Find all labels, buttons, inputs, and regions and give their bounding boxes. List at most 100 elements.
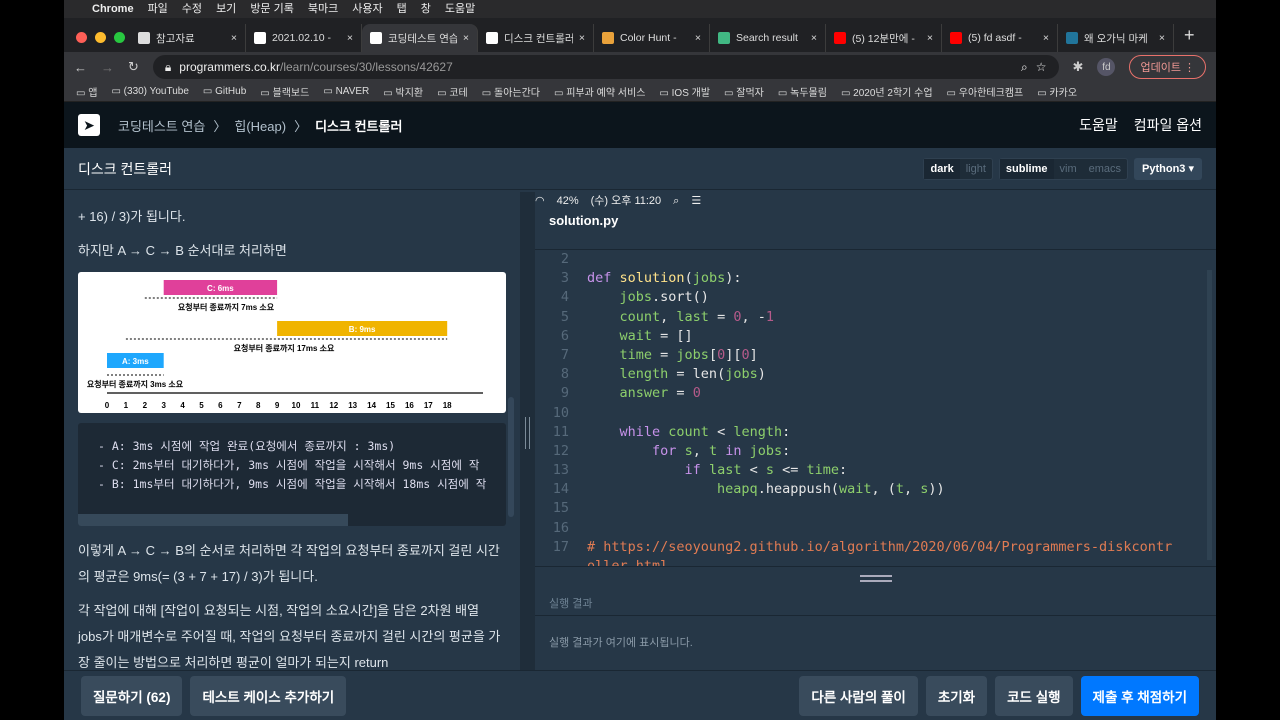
new-tab-button[interactable]: + bbox=[1174, 25, 1205, 52]
bookmark-item[interactable]: ▭ IOS 개발 bbox=[659, 84, 710, 99]
code-line: 12 for s, t in jobs: bbox=[535, 442, 1216, 461]
bookmark-label: NAVER bbox=[335, 86, 370, 97]
bookmark-item[interactable]: ▭ 우아한테크캠프 bbox=[947, 84, 1024, 99]
close-tab-icon[interactable]: × bbox=[1043, 32, 1049, 44]
bookmark-item[interactable]: ▭ 앱 bbox=[76, 84, 97, 99]
zoom-icon[interactable]: ⌕ bbox=[1021, 60, 1028, 75]
reload-icon[interactable]: ↻ bbox=[128, 59, 139, 75]
axis-tick: 5 bbox=[199, 401, 204, 410]
bookmark-item[interactable]: ▭ 피부과 예약 서비스 bbox=[554, 84, 645, 99]
bookmark-star-icon[interactable]: ☆ bbox=[1036, 60, 1047, 74]
zoom-window-button[interactable] bbox=[114, 32, 125, 43]
bookmark-item[interactable]: ▭ (330) YouTube bbox=[111, 86, 188, 97]
menu-item[interactable]: 북마크 bbox=[308, 3, 338, 15]
schedule-diagram: C: 6ms 요청부터 종료까지 7ms 소요 B: 9ms 요청부터 종료까지 17… bbox=[78, 272, 506, 413]
notion-icon bbox=[254, 32, 266, 44]
tab-title: 참고자료 bbox=[156, 32, 195, 45]
close-tab-icon[interactable]: × bbox=[811, 32, 817, 44]
tab-strip: 참고자료 × 2021.02.10 - × 코딩테스트 연습 × 디스크 컨트롤러 × Colo… bbox=[64, 18, 1216, 52]
bookmark-item[interactable]: ▭ 녹두몰림 bbox=[778, 84, 827, 99]
browser-tab[interactable]: 2021.02.10 - × bbox=[246, 24, 362, 52]
other-solutions-button[interactable]: 다른 사람의 풀이 bbox=[799, 675, 918, 716]
bookmark-item[interactable]: ▭ 카카오 bbox=[1037, 84, 1077, 99]
submit-button[interactable]: 제출 후 채점하기 bbox=[1080, 675, 1199, 716]
menu-item[interactable]: 사용자 bbox=[352, 3, 382, 15]
menu-item[interactable]: 파일 bbox=[148, 3, 168, 15]
axis-tick: 11 bbox=[311, 401, 320, 410]
add-test-case-button[interactable]: 테스트 케이스 추가하기 bbox=[190, 675, 347, 716]
breadcrumb-2[interactable]: 힙(Heap) bbox=[234, 116, 286, 135]
close-tab-icon[interactable]: × bbox=[1159, 32, 1165, 44]
browser-tab[interactable]: 참고자료 × bbox=[130, 24, 246, 52]
vertical-scrollbar[interactable] bbox=[508, 397, 514, 517]
folder-icon: ▭ bbox=[111, 86, 124, 97]
reset-button[interactable]: 초기화 bbox=[925, 675, 988, 716]
compile-options-link[interactable]: 컴파일 옵션 bbox=[1134, 115, 1202, 135]
browser-tab[interactable]: (5) fd asdf - × bbox=[942, 24, 1058, 52]
browser-tab[interactable]: 디스크 컨트롤러 × bbox=[478, 24, 594, 52]
bookmark-item[interactable]: ▭ 2020년 2학기 수업 bbox=[841, 84, 933, 99]
result-resize-handle[interactable] bbox=[535, 566, 1216, 590]
bookmark-label: 우아한테크캠프 bbox=[958, 88, 1024, 99]
bookmark-item[interactable]: ▭ 블랙보드 bbox=[260, 84, 309, 99]
menu-item[interactable]: 보기 bbox=[216, 3, 236, 15]
breadcrumb-1[interactable]: 코딩테스트 연습 bbox=[118, 116, 205, 135]
browser-tab[interactable]: 코딩테스트 연습 × bbox=[362, 24, 478, 52]
close-tab-icon[interactable]: × bbox=[231, 32, 237, 44]
browser-tab[interactable]: Search result × bbox=[710, 24, 826, 52]
back-icon[interactable]: ← bbox=[74, 60, 87, 75]
editor-scrollbar[interactable] bbox=[1207, 270, 1212, 560]
url-host: programmers.co.kr bbox=[179, 60, 280, 74]
close-tab-icon[interactable]: × bbox=[579, 32, 585, 44]
menu-item[interactable]: 수정 bbox=[182, 3, 202, 15]
question-button[interactable]: 질문하기 (62) bbox=[81, 675, 183, 716]
url-input[interactable]: 🔒︎ programmers.co.kr/learn/courses/30/le… bbox=[152, 55, 1059, 79]
bookmark-item[interactable]: ▭ GitHub bbox=[203, 86, 246, 97]
screen: Chrome 파일 수정 보기 방문 기록 북마크 사용자 탭 창 도움말 ◠ 42% (수) … bbox=[64, 0, 1216, 720]
close-tab-icon[interactable]: × bbox=[347, 32, 353, 44]
clock[interactable]: (수) 오후 11:20 bbox=[591, 195, 662, 207]
code-text: jobs.sort() bbox=[619, 289, 709, 306]
keymap-sublime[interactable]: sublime bbox=[999, 158, 1054, 179]
profile-avatar[interactable]: fd bbox=[1097, 58, 1116, 76]
horizontal-scrollbar[interactable] bbox=[78, 514, 348, 526]
extensions-icon[interactable]: ✱ bbox=[1073, 59, 1084, 75]
wifi-icon[interactable]: ◠ bbox=[535, 195, 545, 207]
bookmark-item[interactable]: ▭ 코테 bbox=[437, 84, 468, 99]
menu-item[interactable]: 창 bbox=[421, 3, 431, 15]
close-window-button[interactable] bbox=[76, 32, 87, 43]
bookmark-item[interactable]: ▭ 박지환 bbox=[383, 84, 423, 99]
menubar-app[interactable]: Chrome bbox=[92, 3, 134, 15]
bookmark-item[interactable]: ▭ 잘먹자 bbox=[724, 84, 764, 99]
menu-item[interactable]: 방문 기록 bbox=[250, 3, 294, 15]
theme-dark[interactable]: dark bbox=[924, 158, 960, 179]
browser-tab[interactable]: (5) 12분만에 - × bbox=[826, 24, 942, 52]
menu-item[interactable]: 도움말 bbox=[445, 3, 475, 15]
result-output: 실행 결과가 여기에 표시됩니다. bbox=[549, 637, 693, 649]
browser-tab[interactable]: 왜 오가닉 마케 × bbox=[1058, 24, 1174, 52]
theme-light[interactable]: light bbox=[960, 159, 992, 179]
menu-item[interactable]: 탭 bbox=[397, 3, 407, 15]
keymap-vim[interactable]: vim bbox=[1054, 159, 1083, 179]
battery-level[interactable]: 42% bbox=[557, 195, 579, 207]
run-code-button[interactable]: 코드 실행 bbox=[995, 675, 1073, 716]
update-button[interactable]: 업데이트 ⋮ bbox=[1129, 55, 1206, 79]
close-tab-icon[interactable]: × bbox=[927, 32, 933, 44]
control-center-icon[interactable]: ☰ bbox=[691, 195, 701, 207]
minimize-window-button[interactable] bbox=[95, 32, 106, 43]
bookmark-item[interactable]: ▭ 돌아는간다 bbox=[482, 84, 540, 99]
code-line: 17 # https://seoyoung2.github.io/algorith… bbox=[535, 538, 1216, 557]
pane-resize-handle[interactable] bbox=[520, 192, 535, 670]
close-tab-icon[interactable]: × bbox=[463, 32, 469, 44]
keymap-emacs[interactable]: emacs bbox=[1083, 159, 1127, 179]
code-editor[interactable]: 2 3 def solution(jobs): 4 jobs.sort() 5 cou… bbox=[535, 250, 1216, 566]
bookmark-item[interactable]: ▭ NAVER bbox=[323, 86, 369, 97]
forward-icon[interactable]: → bbox=[101, 60, 114, 75]
language-select[interactable]: Python3 ▾ bbox=[1134, 157, 1202, 180]
browser-tab[interactable]: Color Hunt - × bbox=[594, 24, 710, 52]
folder-icon: ▭ bbox=[383, 88, 396, 99]
help-link[interactable]: 도움말 bbox=[1079, 115, 1118, 135]
close-tab-icon[interactable]: × bbox=[695, 32, 701, 44]
search-icon[interactable]: ⌕ bbox=[673, 195, 679, 207]
programmers-logo[interactable]: ➤ bbox=[78, 114, 100, 136]
